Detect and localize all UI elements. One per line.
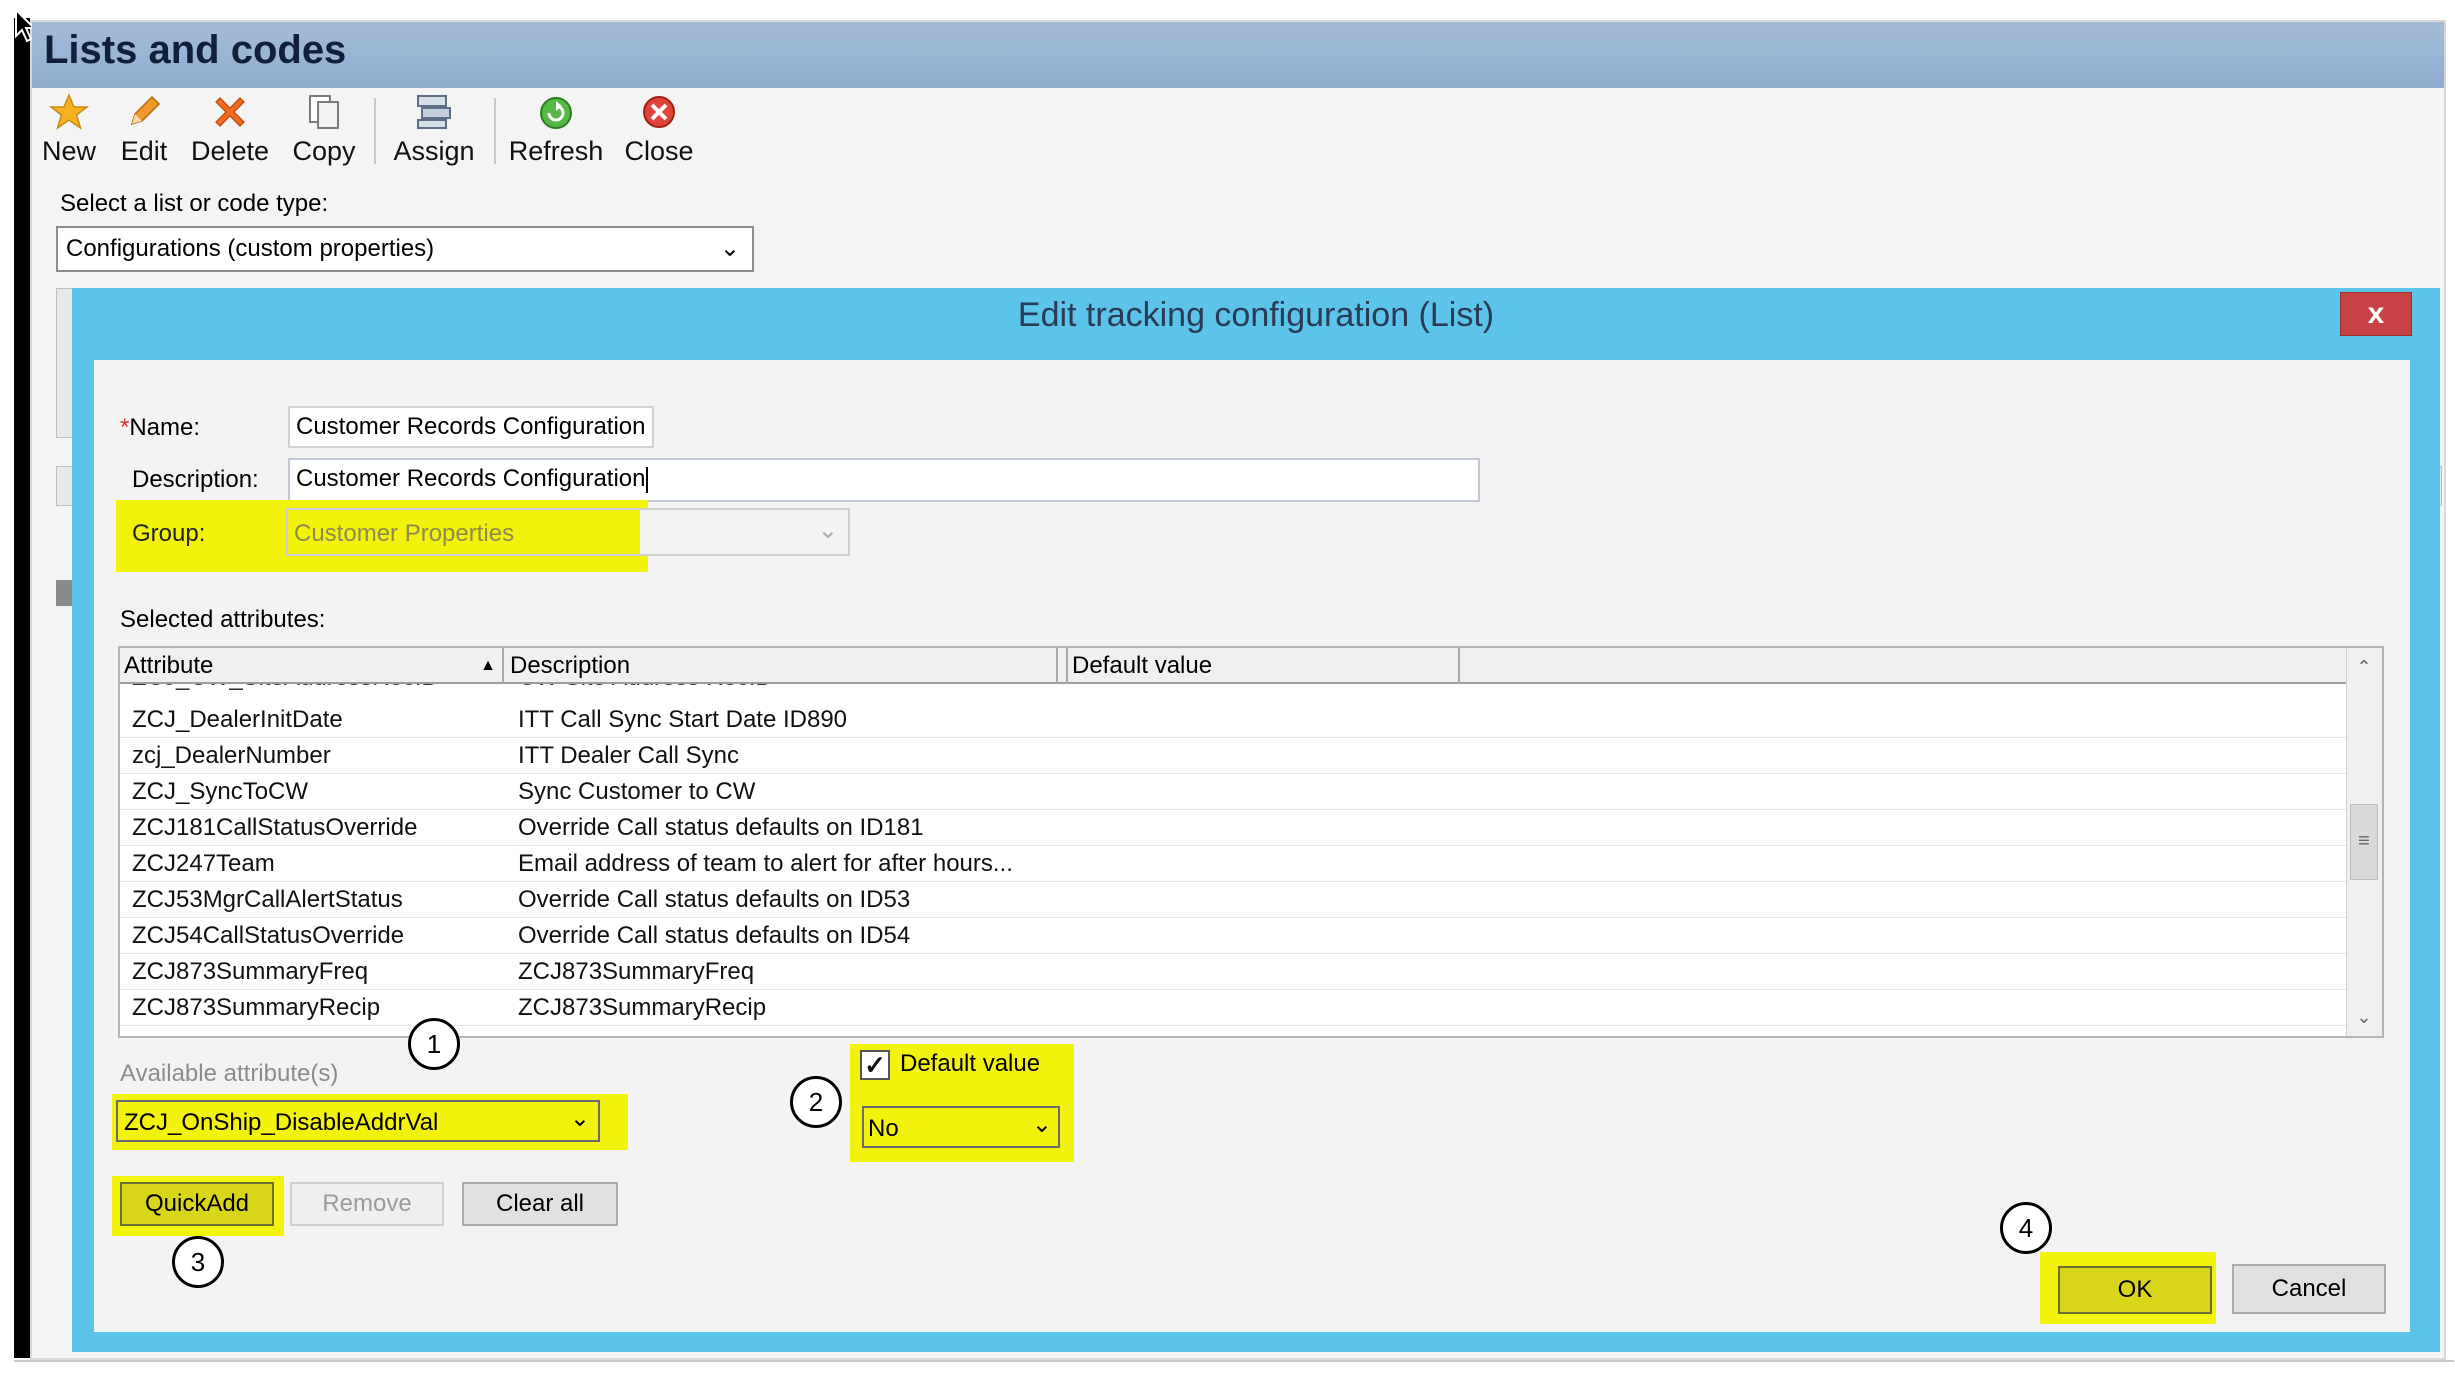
name-label: *Name: (120, 414, 201, 441)
group-select[interactable]: Customer Properties ⌄ (286, 508, 850, 556)
column-header-default-value[interactable]: Default value (1068, 648, 1460, 684)
text-caret (645, 466, 648, 493)
list-type-label: Select a list or code type: (60, 190, 329, 217)
star-icon (38, 92, 100, 136)
group-value: Customer Properties (294, 520, 515, 547)
available-attribute-value: ZCJ_OnShip_DisableAddrVal (124, 1109, 439, 1136)
assign-button[interactable]: Assign (390, 92, 478, 172)
remove-button[interactable]: Remove (290, 1182, 444, 1226)
refresh-icon (508, 92, 604, 136)
callout-4: 4 (2000, 1202, 2052, 1254)
ok-button[interactable]: OK (2058, 1266, 2212, 1314)
description-field[interactable]: Customer Records Configuration (288, 458, 1480, 502)
new-button[interactable]: New (38, 92, 100, 172)
default-value-select[interactable]: No ⌄ (862, 1106, 1060, 1148)
toolbar-separator (494, 98, 496, 164)
scroll-down-icon[interactable]: ⌄ (2346, 1000, 2382, 1034)
list-type-value: Configurations (custom properties) (66, 235, 435, 262)
column-resize-handle[interactable] (1058, 648, 1068, 684)
edit-button[interactable]: Edit (116, 92, 172, 172)
document-copy-icon (290, 92, 358, 136)
table-row-partial[interactable]: ZCJ_CW_SiteAddressRecID CW Site Address … (120, 684, 2346, 698)
table-row[interactable]: ZCJ_DealerInitDate ITT Call Sync Start D… (120, 702, 2346, 738)
dialog-title: Edit tracking configuration (List) (1017, 296, 1495, 334)
copy-button[interactable]: Copy (290, 92, 358, 172)
scroll-up-icon[interactable]: ⌃ (2346, 650, 2382, 684)
group-label: Group: (132, 520, 206, 547)
callout-3: 3 (172, 1236, 224, 1288)
toolbar-separator (374, 98, 376, 164)
close-circle-icon (620, 92, 698, 136)
table-row[interactable]: ZCJ54CallStatusOverride Override Call st… (120, 918, 2346, 954)
clear-all-button[interactable]: Clear all (462, 1182, 618, 1226)
table-row[interactable]: zcj_DealerNumber ITT Dealer Call Sync (120, 738, 2346, 774)
window-title-bar (32, 22, 2444, 88)
chevron-down-icon: ⌄ (719, 235, 740, 262)
callout-2: 2 (790, 1076, 842, 1128)
chevron-down-icon: ⌄ (1031, 1111, 1052, 1138)
callout-1: 1 (408, 1018, 460, 1070)
selected-attributes-label: Selected attributes: (120, 606, 326, 633)
table-row[interactable]: ZCJ181CallStatusOverride Override Call s… (120, 810, 2346, 846)
column-header-description[interactable]: Description (506, 648, 1058, 684)
available-attributes-label: Available attribute(s) (120, 1060, 339, 1087)
window-title: Lists and codes (44, 28, 347, 72)
description-label: Description: (132, 466, 259, 493)
assign-stack-icon (390, 92, 478, 136)
pencil-icon (116, 92, 172, 136)
close-button[interactable]: Close (620, 92, 698, 172)
scrollbar-thumb[interactable]: ≡ (2350, 804, 2378, 880)
delete-button[interactable]: Delete (190, 92, 270, 172)
table-row[interactable]: ZCJ53MgrCallAlertStatus Override Call st… (120, 882, 2346, 918)
list-type-select[interactable]: Configurations (custom properties) ⌄ (56, 226, 754, 272)
required-marker: * (120, 414, 130, 441)
screen-bottom-edge (14, 1360, 2454, 1362)
default-value-select-value: No (868, 1115, 899, 1142)
column-header-attribute[interactable]: Attribute ▲ (120, 648, 504, 684)
sort-ascending-icon: ▲ (480, 657, 496, 674)
chevron-down-icon: ⌄ (569, 1105, 590, 1132)
table-row[interactable]: ZCJ247Team Email address of team to aler… (120, 846, 2346, 882)
dialog-close-button[interactable]: x (2340, 292, 2412, 336)
quickadd-button[interactable]: QuickAdd (120, 1182, 274, 1226)
default-value-checkbox-label: Default value (900, 1050, 1041, 1077)
default-value-checkbox[interactable]: ✓ (860, 1050, 890, 1080)
cancel-button[interactable]: Cancel (2232, 1264, 2386, 1314)
table-row[interactable]: ZCJ873SummaryRecip ZCJ873SummaryRecip (120, 990, 2346, 1026)
available-attribute-select[interactable]: ZCJ_OnShip_DisableAddrVal ⌄ (116, 1100, 600, 1142)
name-field[interactable]: Customer Records Configuration (288, 406, 654, 448)
screen-edge (14, 18, 30, 1358)
refresh-button[interactable]: Refresh (508, 92, 604, 172)
table-row[interactable]: ZCJ873SummaryFreq ZCJ873SummaryFreq (120, 954, 2346, 990)
x-icon (190, 92, 270, 136)
chevron-down-icon: ⌄ (817, 517, 838, 544)
table-row[interactable]: ZCJ_SyncToCW Sync Customer to CW (120, 774, 2346, 810)
